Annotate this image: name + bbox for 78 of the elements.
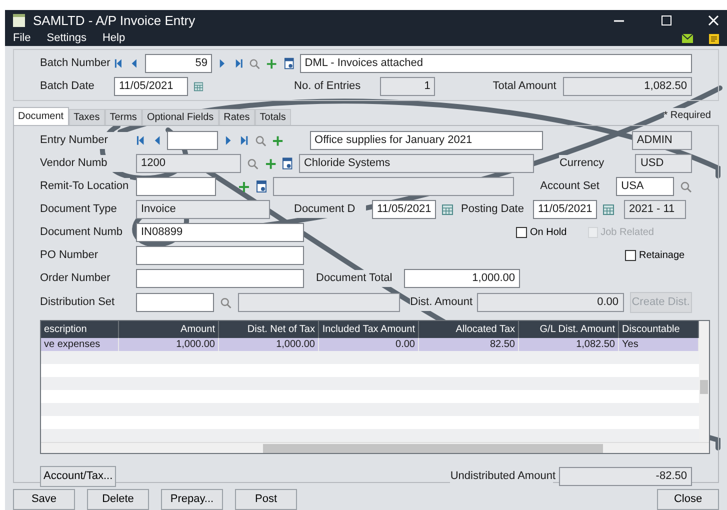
- mail-icon[interactable]: [682, 34, 693, 43]
- tab[interactable]: Totals: [254, 109, 291, 125]
- add-icon[interactable]: [238, 180, 250, 192]
- last-record-icon[interactable]: [234, 58, 244, 69]
- text-field[interactable]: 1,082.50: [562, 77, 692, 96]
- search-icon[interactable]: [220, 296, 232, 308]
- horizontal-scrollbar[interactable]: [41, 442, 709, 453]
- text-field[interactable]: [272, 177, 514, 196]
- menu-item[interactable]: Settings: [46, 30, 86, 47]
- tab[interactable]: Document: [13, 107, 69, 125]
- table-row[interactable]: ve expenses 1,000.00 1,000.00 0.00 82.50 1,082.50 Yes: [41, 338, 699, 351]
- add-icon[interactable]: [272, 134, 284, 146]
- document-icon[interactable]: [282, 157, 293, 170]
- last-record-icon[interactable]: [239, 135, 249, 146]
- close-icon[interactable]: [708, 15, 719, 26]
- search-icon[interactable]: [249, 58, 260, 70]
- checkbox-label: Retainage: [639, 248, 685, 263]
- required-note: * Required: [664, 108, 711, 123]
- text-field[interactable]: [167, 131, 218, 150]
- document-icon[interactable]: [256, 180, 267, 193]
- calendar-icon[interactable]: [603, 204, 614, 215]
- text-field[interactable]: 1,000.00: [404, 269, 520, 288]
- search-icon[interactable]: [254, 134, 266, 146]
- date-field[interactable]: 11/05/2021: [533, 200, 597, 219]
- tab[interactable]: Terms: [104, 109, 142, 125]
- date-field[interactable]: 11/05/2021: [372, 200, 436, 219]
- push-button[interactable]: Post: [235, 489, 297, 510]
- push-button[interactable]: Save: [13, 489, 75, 510]
- description-field[interactable]: DML - Invoices attached: [300, 54, 692, 73]
- text-field[interactable]: 2021 - 11: [624, 200, 686, 219]
- add-icon[interactable]: [266, 58, 278, 70]
- text-field[interactable]: IN08899: [136, 223, 304, 242]
- app-icon: [13, 14, 25, 27]
- field-label: Dist. Amount: [410, 294, 471, 311]
- search-icon[interactable]: [680, 180, 692, 192]
- previous-icon[interactable]: [129, 58, 139, 69]
- text-field[interactable]: 59: [144, 54, 212, 73]
- add-icon[interactable]: [264, 158, 276, 170]
- text-field[interactable]: 1200: [136, 154, 242, 173]
- checkbox[interactable]: [516, 227, 527, 238]
- checkbox[interactable]: [625, 250, 636, 261]
- menu-item[interactable]: Help: [102, 30, 126, 47]
- note-icon[interactable]: [709, 34, 719, 44]
- field-label: Document D: [294, 201, 366, 218]
- field-label: Undistributed Amount: [450, 468, 553, 485]
- tab[interactable]: Taxes: [68, 109, 105, 125]
- text-field[interactable]: Chloride Systems: [298, 154, 534, 173]
- document-icon[interactable]: [284, 57, 294, 70]
- maximize-icon[interactable]: [661, 15, 672, 26]
- first-record-icon[interactable]: [114, 58, 124, 69]
- text-field[interactable]: [136, 246, 304, 265]
- text-field[interactable]: USA: [616, 177, 674, 196]
- window-title: SAMLTD - A/P Invoice Entry: [33, 12, 196, 30]
- calendar-icon[interactable]: [194, 81, 204, 92]
- text-field[interactable]: [238, 293, 400, 312]
- text-field[interactable]: 1: [380, 77, 436, 96]
- menu-item[interactable]: File: [13, 30, 31, 47]
- push-button[interactable]: Delete: [87, 489, 149, 510]
- tab[interactable]: Rates: [218, 109, 255, 125]
- text-field[interactable]: 0.00: [476, 293, 624, 312]
- text-field[interactable]: [136, 269, 304, 288]
- date-field[interactable]: 11/05/2021: [114, 77, 188, 96]
- text-field[interactable]: USD: [635, 154, 692, 173]
- dropdown-field[interactable]: Invoice: [136, 200, 270, 219]
- tab[interactable]: Optional Fields: [142, 109, 219, 125]
- text-field[interactable]: [136, 177, 216, 196]
- text-field[interactable]: -82.50: [559, 467, 692, 486]
- vertical-scrollbar[interactable]: [699, 321, 709, 442]
- text-field[interactable]: [136, 293, 214, 312]
- text-field[interactable]: ADMIN: [632, 131, 692, 150]
- next-icon[interactable]: [224, 135, 234, 146]
- calendar-icon[interactable]: [442, 204, 453, 215]
- search-icon[interactable]: [247, 158, 259, 170]
- push-button[interactable]: Prepay...: [161, 489, 223, 510]
- push-button[interactable]: Close: [657, 489, 719, 510]
- push-button[interactable]: Account/Tax...: [40, 466, 116, 487]
- first-record-icon[interactable]: [136, 135, 146, 146]
- description-field[interactable]: Office supplies for January 2021: [310, 131, 543, 150]
